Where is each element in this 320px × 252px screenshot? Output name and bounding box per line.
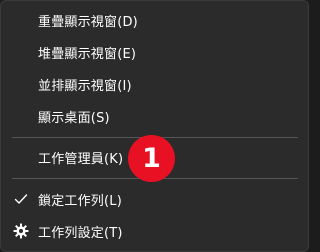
menu-item-label: 重疊顯示視窗(D) (38, 14, 138, 30)
menu-item-label: 堆疊顯示視窗(E) (38, 46, 137, 62)
menu-item-taskbar-settings[interactable]: 工作列設定(T) (1, 216, 310, 246)
menu-item-label: 並排顯示視窗(I) (38, 78, 132, 94)
menu-item-label: 工作管理員(K) (38, 151, 124, 167)
gear-icon (12, 222, 30, 240)
menu-item-lock-taskbar[interactable]: 鎖定工作列(L) (1, 184, 310, 214)
menu-item-label: 顯示桌面(S) (38, 110, 110, 126)
menu-item-label: 工作列設定(T) (38, 225, 123, 241)
menu-item-stack-windows[interactable]: 堆疊顯示視窗(E) (1, 37, 310, 67)
checkmark-icon (12, 190, 30, 208)
menu-item-side-by-side-windows[interactable]: 並排顯示視窗(I) (1, 69, 310, 99)
taskbar-context-menu: 重疊顯示視窗(D) 堆疊顯示視窗(E) 並排顯示視窗(I) 顯示桌面(S) 工作… (0, 0, 309, 252)
menu-item-label: 鎖定工作列(L) (38, 193, 122, 209)
menu-item-show-desktop[interactable]: 顯示桌面(S) (1, 101, 310, 131)
menu-item-cascade-windows[interactable]: 重疊顯示視窗(D) (1, 5, 310, 35)
step-number-badge: 1 (128, 135, 175, 182)
